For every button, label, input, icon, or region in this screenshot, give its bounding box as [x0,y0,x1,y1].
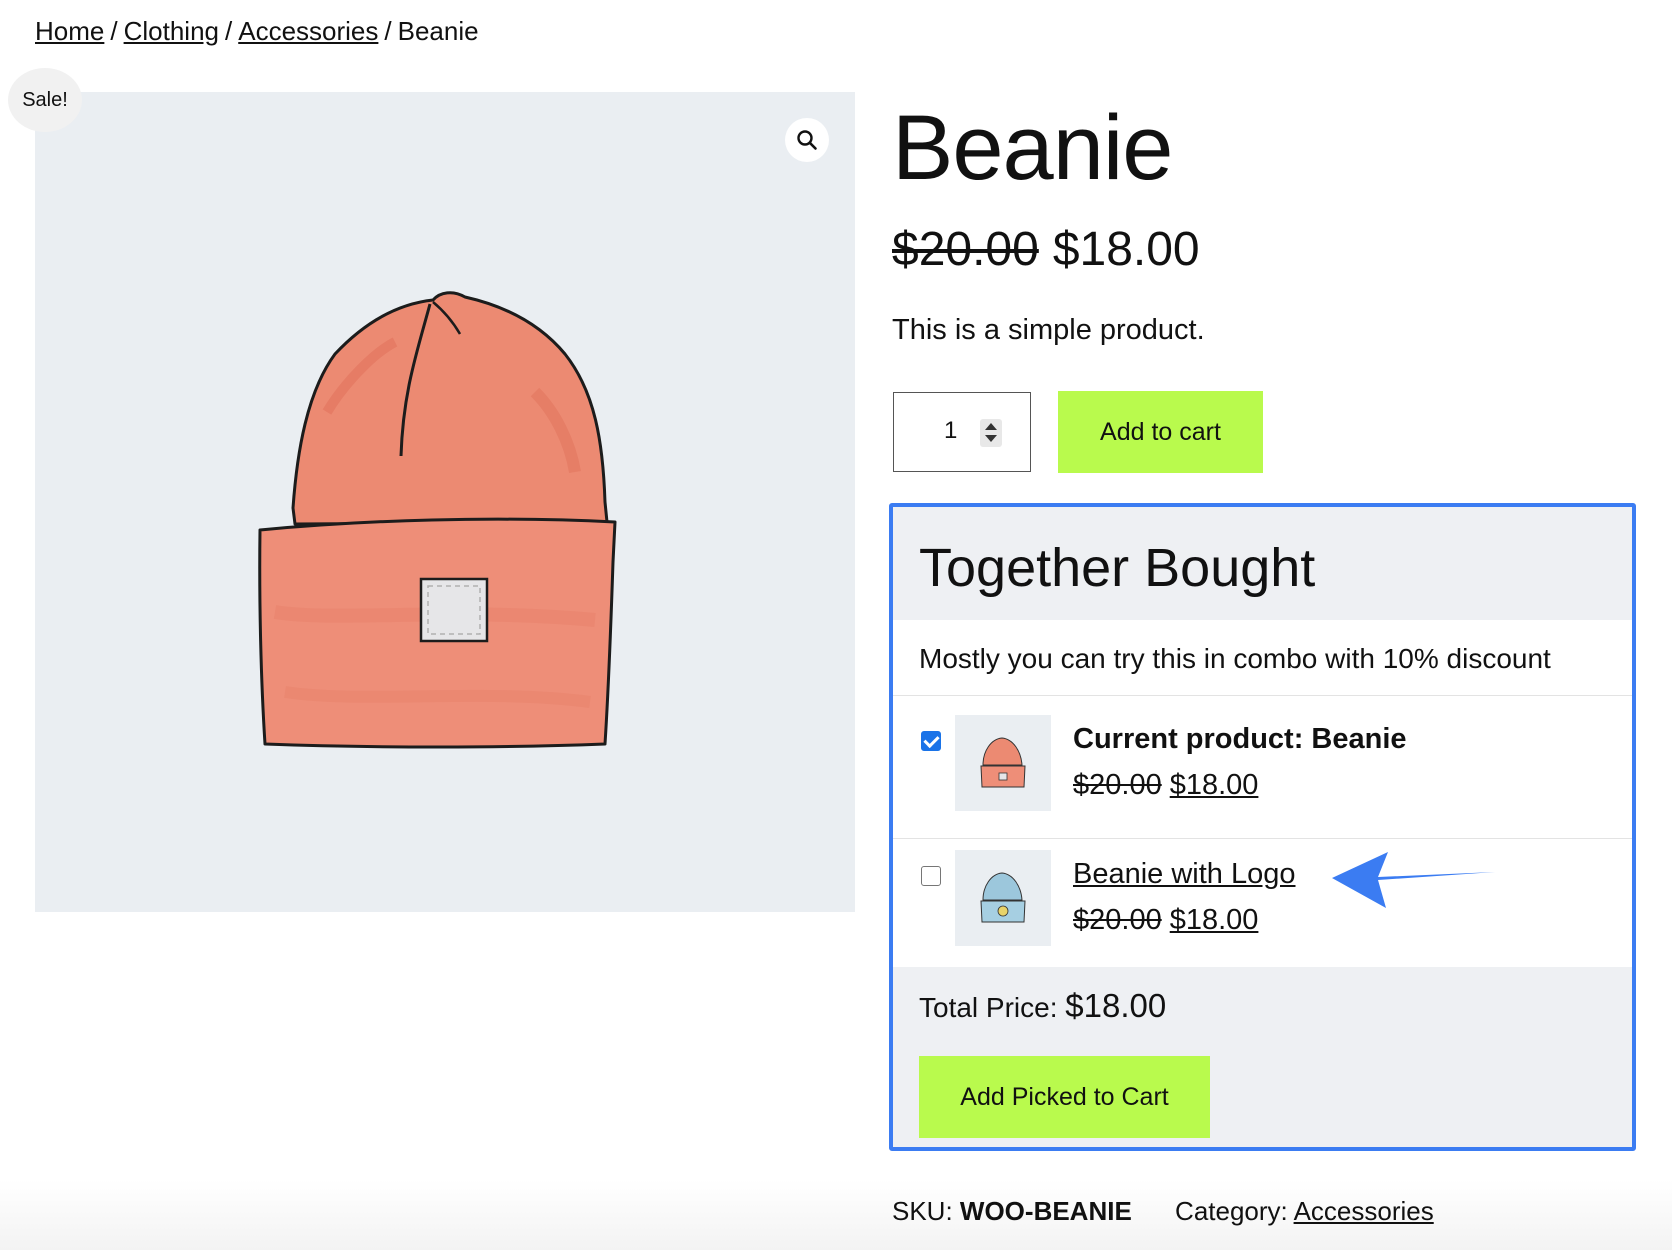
item-regular-price: $20.00 [1073,904,1162,936]
current-product-checkbox[interactable] [921,731,941,751]
total-price-label: Total Price: [919,992,1058,1023]
sale-badge: Sale! [8,68,82,132]
quantity-stepper[interactable]: 1 [893,392,1031,472]
quantity-value: 1 [944,417,958,444]
breadcrumb-separator: / [384,16,392,46]
beanie-orange-image[interactable] [35,92,855,912]
beanie-with-logo-checkbox[interactable] [921,866,941,886]
item-name: Current product: Beanie [1073,723,1407,755]
item-regular-price: $20.00 [1073,769,1162,801]
short-description: This is a simple product. [892,314,1205,346]
regular-price: $20.00 [892,223,1039,276]
total-price: Total Price: $18.00 [919,987,1166,1025]
beanie-blue-logo-thumb[interactable] [955,850,1051,946]
product-meta: SKU: WOO-BEANIE Category: Accessories [892,1196,1434,1227]
beanie-with-logo-link[interactable]: Beanie with Logo [1073,858,1296,891]
item-price: $20.00 $18.00 [1073,904,1258,937]
add-to-cart-button[interactable]: Add to cart [1058,391,1263,473]
sku-label: SKU: [892,1196,953,1226]
together-bought-title: Together Bought [919,538,1316,598]
quantity-spinner[interactable] [980,419,1002,447]
category-link[interactable]: Accessories [1294,1196,1434,1226]
together-bought-box: Together Bought Mostly you can try this … [889,503,1636,1151]
breadcrumb: Home / Clothing / Accessories / Beanie [35,16,479,47]
arrow-left-icon [1332,852,1495,908]
together-bought-header: Together Bought [893,507,1632,620]
item-sale-price[interactable]: $18.00 [1170,769,1259,801]
breadcrumb-separator: / [110,16,118,46]
sale-price: $18.00 [1052,223,1200,276]
total-price-value: $18.00 [1065,987,1167,1024]
zoom-button[interactable] [785,118,829,162]
product-price: $20.00 $18.00 [892,222,1200,277]
search-icon [797,130,817,150]
breadcrumb-accessories-link[interactable]: Accessories [238,16,378,46]
breadcrumb-current: Beanie [397,16,479,46]
beanie-orange-thumb[interactable] [955,715,1051,811]
divider [893,695,1632,696]
category-label: Category: [1175,1196,1288,1226]
product-gallery [35,92,855,912]
list-item: Beanie with Logo $20.00 $18.00 [893,838,1632,972]
add-picked-to-cart-button[interactable]: Add Picked to Cart [919,1056,1210,1138]
chevron-up-icon[interactable] [985,423,997,430]
list-item: Current product: Beanie $20.00 $18.00 [893,703,1632,837]
breadcrumb-home-link[interactable]: Home [35,16,104,46]
breadcrumb-separator: / [225,16,233,46]
item-price: $20.00 $18.00 [1073,769,1258,802]
chevron-down-icon[interactable] [985,435,997,442]
together-bought-description: Mostly you can try this in combo with 10… [919,643,1551,674]
together-bought-footer: Total Price: $18.00 Add Picked to Cart [893,967,1632,1147]
product-title: Beanie [892,97,1173,199]
sku-value: WOO-BEANIE [959,1196,1132,1226]
item-sale-price[interactable]: $18.00 [1170,904,1259,936]
breadcrumb-clothing-link[interactable]: Clothing [124,16,219,46]
